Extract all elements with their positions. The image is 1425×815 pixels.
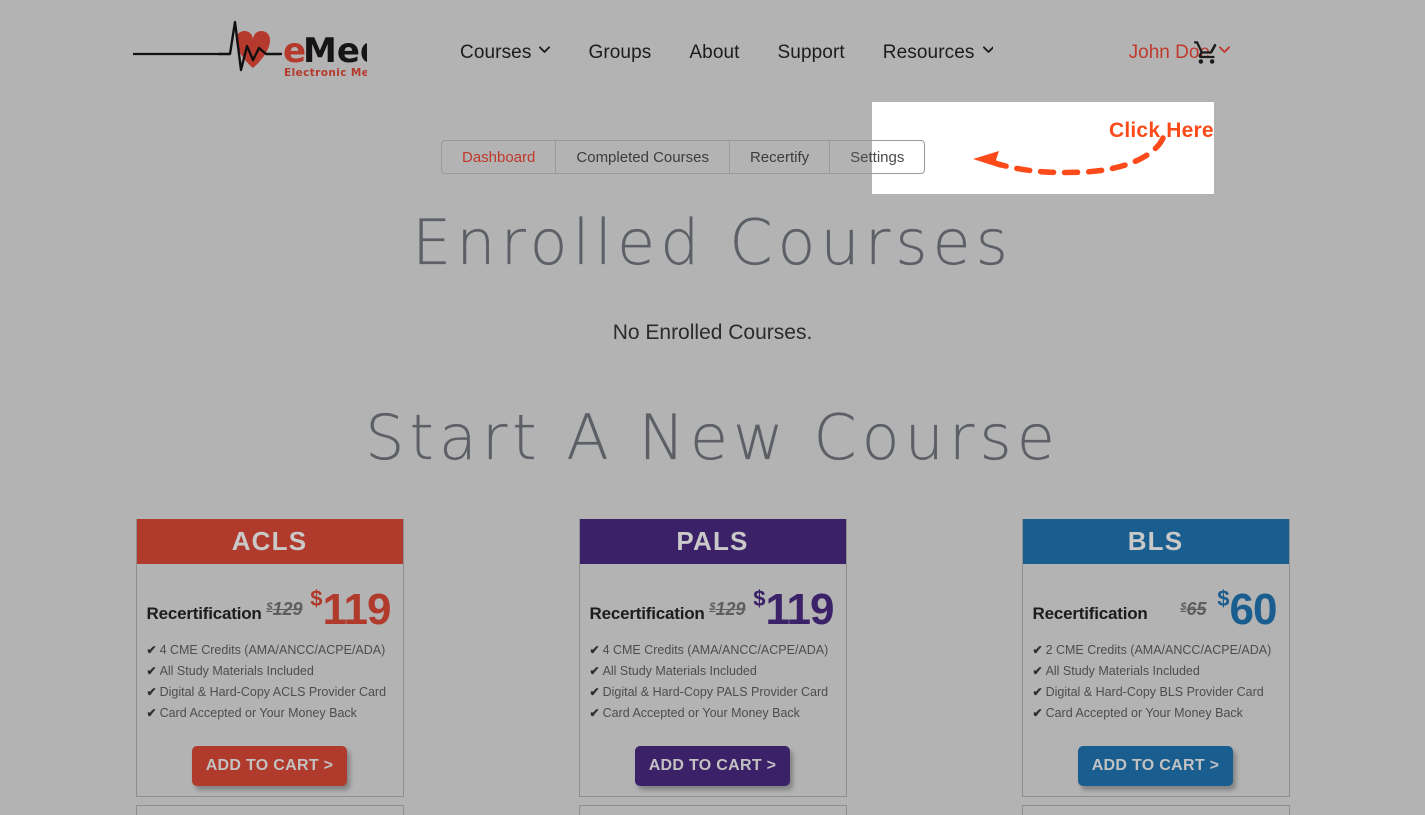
check-icon: ✔ <box>590 643 600 657</box>
price-current-pals: $119 <box>753 588 833 632</box>
price-original-bls: $65 <box>1180 599 1206 620</box>
feature-item: ✔4 CME Credits (AMA/ANCC/ACPE/ADA) <box>590 640 846 661</box>
feature-item: ✔Card Accepted or Your Money Back <box>1033 703 1289 724</box>
cta-wrap-pals: ADD TO CART > <box>580 746 846 786</box>
enrolled-courses-title: Enrolled Courses <box>0 206 1425 279</box>
price-label-pals: Recertification <box>590 604 705 624</box>
check-icon: ✔ <box>1033 643 1043 657</box>
check-icon: ✔ <box>590 664 600 678</box>
nav-item-about[interactable]: About <box>689 42 739 64</box>
price-original-acls: $129 <box>266 599 302 620</box>
course-card-header-bls: BLS <box>1023 519 1289 564</box>
nav-item-courses[interactable]: Courses <box>460 42 550 64</box>
dashboard-main: Enrolled Courses No Enrolled Courses. St… <box>0 206 1425 474</box>
course-code-pals: PALS <box>676 526 748 557</box>
next-course-cards-row <box>0 805 1425 815</box>
feature-list-bls: ✔2 CME Credits (AMA/ANCC/ACPE/ADA) ✔All … <box>1033 640 1289 724</box>
cta-wrap-acls: ADD TO CART > <box>137 746 403 786</box>
feature-item: ✔All Study Materials Included <box>590 661 846 682</box>
tab-dashboard[interactable]: Dashboard <box>441 140 555 174</box>
price-original-pals: $129 <box>709 599 745 620</box>
feature-item: ✔Card Accepted or Your Money Back <box>590 703 846 724</box>
shopping-cart-icon <box>1193 39 1220 66</box>
heart-ekg-logo-icon: e MedCert Electronic Medical Certificati… <box>131 14 367 82</box>
check-icon: ✔ <box>590 706 600 720</box>
callout-arrow-icon <box>965 130 1170 178</box>
start-new-course-title: Start A New Course <box>0 401 1425 474</box>
price-label-acls: Recertification <box>147 604 262 624</box>
feature-item: ✔4 CME Credits (AMA/ANCC/ACPE/ADA) <box>147 640 403 661</box>
feature-item: ✔All Study Materials Included <box>147 661 403 682</box>
svg-text:Electronic Medical Certifica: Electronic Medical Certification <box>284 67 367 79</box>
check-icon: ✔ <box>147 706 157 720</box>
tab-label-recertify: Recertify <box>750 149 809 166</box>
tab-completed-courses[interactable]: Completed Courses <box>555 140 729 174</box>
check-icon: ✔ <box>1033 706 1043 720</box>
feature-item: ✔2 CME Credits (AMA/ANCC/ACPE/ADA) <box>1033 640 1289 661</box>
course-card-pals[interactable]: PALS Recertification $129 $119 ✔4 CME Cr… <box>579 519 847 797</box>
check-icon: ✔ <box>590 685 600 699</box>
chevron-down-icon <box>1219 46 1230 57</box>
nav-label-courses: Courses <box>460 42 531 64</box>
check-icon: ✔ <box>147 664 157 678</box>
course-card-bls[interactable]: BLS Recertification $65 $60 ✔2 CME Credi… <box>1022 519 1290 797</box>
nav-item-resources[interactable]: Resources <box>883 42 994 64</box>
check-icon: ✔ <box>1033 685 1043 699</box>
course-code-acls: ACLS <box>232 526 308 557</box>
check-icon: ✔ <box>147 685 157 699</box>
chevron-down-icon <box>539 46 550 57</box>
add-to-cart-button-pals[interactable]: ADD TO CART > <box>635 746 791 786</box>
course-code-bls: BLS <box>1128 526 1184 557</box>
feature-item: ✔Digital & Hard-Copy BLS Provider Card <box>1033 682 1289 703</box>
course-card-partial[interactable] <box>1022 805 1290 815</box>
nav-label-resources: Resources <box>883 42 975 64</box>
chevron-down-icon <box>983 46 994 57</box>
check-icon: ✔ <box>147 643 157 657</box>
dashboard-tabbar: Dashboard Completed Courses Recertify Se… <box>441 140 925 174</box>
nav-item-support[interactable]: Support <box>778 42 845 64</box>
site-header: e MedCert Electronic Medical Certificati… <box>0 0 1425 100</box>
course-card-partial[interactable] <box>579 805 847 815</box>
svg-text:MedCert: MedCert <box>303 31 367 71</box>
feature-item: ✔Card Accepted or Your Money Back <box>147 703 403 724</box>
tab-label-settings: Settings <box>850 149 904 166</box>
price-current-bls: $60 <box>1217 588 1276 632</box>
price-row-acls: Recertification $129 $119 <box>137 564 403 634</box>
tab-recertify[interactable]: Recertify <box>729 140 829 174</box>
main-navigation: Courses Groups About Support Resources <box>460 42 994 64</box>
nav-label-about: About <box>689 42 739 64</box>
check-icon: ✔ <box>1033 664 1043 678</box>
course-card-body-bls: Recertification $65 $60 ✔2 CME Credits (… <box>1023 564 1289 796</box>
course-cards-row: ACLS Recertification $129 $119 ✔4 CME Cr… <box>0 519 1425 797</box>
no-enrolled-courses-message: No Enrolled Courses. <box>0 321 1425 345</box>
feature-item: ✔Digital & Hard-Copy PALS Provider Card <box>590 682 846 703</box>
price-label-bls: Recertification <box>1033 604 1148 624</box>
tab-label-completed-courses: Completed Courses <box>576 149 709 166</box>
course-card-body-pals: Recertification $129 $119 ✔4 CME Credits… <box>580 564 846 796</box>
tab-settings[interactable]: Settings <box>829 140 925 174</box>
site-logo[interactable]: e MedCert Electronic Medical Certificati… <box>131 14 367 82</box>
price-row-bls: Recertification $65 $60 <box>1023 564 1289 634</box>
feature-list-acls: ✔4 CME Credits (AMA/ANCC/ACPE/ADA) ✔All … <box>147 640 403 724</box>
price-row-pals: Recertification $129 $119 <box>580 564 846 634</box>
price-current-acls: $119 <box>310 588 390 632</box>
feature-list-pals: ✔4 CME Credits (AMA/ANCC/ACPE/ADA) ✔All … <box>590 640 846 724</box>
add-to-cart-button-acls[interactable]: ADD TO CART > <box>192 746 348 786</box>
nav-label-groups: Groups <box>588 42 651 64</box>
course-card-partial[interactable] <box>136 805 404 815</box>
nav-label-support: Support <box>778 42 845 64</box>
feature-item: ✔All Study Materials Included <box>1033 661 1289 682</box>
nav-item-groups[interactable]: Groups <box>588 42 651 64</box>
course-card-header-pals: PALS <box>580 519 846 564</box>
add-to-cart-button-bls[interactable]: ADD TO CART > <box>1078 746 1234 786</box>
feature-item: ✔Digital & Hard-Copy ACLS Provider Card <box>147 682 403 703</box>
course-card-acls[interactable]: ACLS Recertification $129 $119 ✔4 CME Cr… <box>136 519 404 797</box>
shopping-cart-button[interactable] <box>1193 39 1220 66</box>
tab-label-dashboard: Dashboard <box>462 149 535 166</box>
cta-wrap-bls: ADD TO CART > <box>1023 746 1289 786</box>
course-card-header-acls: ACLS <box>137 519 403 564</box>
course-card-body-acls: Recertification $129 $119 ✔4 CME Credits… <box>137 564 403 796</box>
